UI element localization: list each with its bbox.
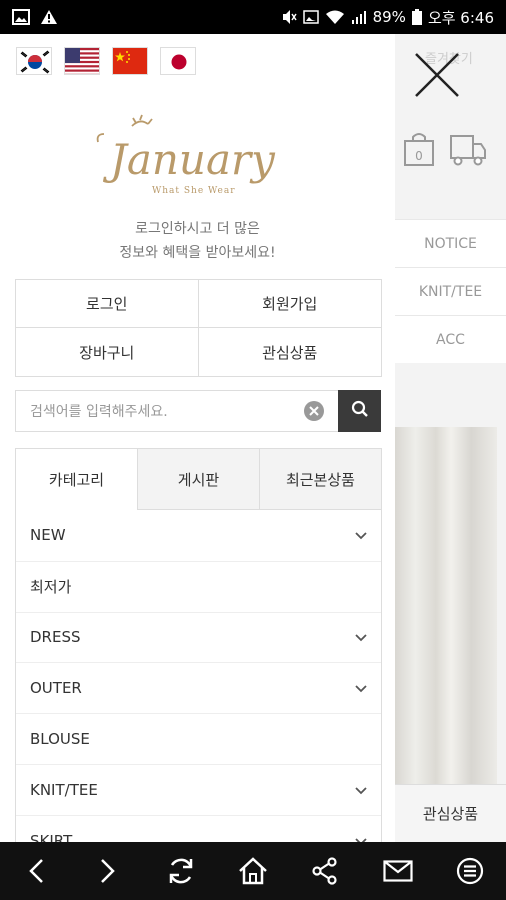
category-item-new[interactable]: NEW [16,510,381,561]
category-list: NEW 최저가 DRESS OUTER BLOUSE KNIT/TEE SKIR… [15,510,382,842]
logo-tagline: What She Wear [152,186,236,196]
truck-icon[interactable] [449,132,487,170]
category-item-knit-tee[interactable]: KNIT/TEE [16,763,381,815]
china-flag-icon[interactable] [112,47,148,75]
login-button[interactable]: 로그인 [16,280,199,328]
svg-text:0: 0 [415,149,423,163]
join-button[interactable]: 회원가입 [198,280,381,328]
back-icon[interactable] [16,851,56,891]
login-prompt: 로그인하시고 더 많은 정보와 혜택을 받아보세요! [119,221,276,261]
wifi-icon [325,9,345,25]
image-icon [302,10,319,24]
warning-icon [40,9,58,25]
logo-wordmark: January [102,135,276,184]
category-item-lowest-price[interactable]: 최저가 [16,560,381,612]
mail-icon[interactable] [378,851,418,891]
battery-percent: 89% [372,8,406,26]
background-page: 즐겨찾기 0 NOTICE KNIT/TEE ACC 관심상품 [395,34,506,842]
close-icon[interactable] [414,52,460,102]
side-drawer: January What She Wear 로그인하시고 더 많은 정보와 혜택… [0,34,395,842]
language-flags [16,47,196,75]
clear-icon[interactable] [304,401,324,421]
bag-icon[interactable]: 0 [403,132,435,170]
chevron-down-icon[interactable] [355,628,367,646]
refresh-icon[interactable] [161,851,201,891]
account-buttons: 로그인 회원가입 장바구니 관심상품 [15,279,382,377]
status-bar: 89% 오후 6:46 [0,0,506,34]
wishlist-button[interactable]: 관심상품 [199,328,382,376]
category-item-skirt[interactable]: SKIRT [16,814,381,842]
gallery-icon [12,9,30,25]
category-item-outer[interactable]: OUTER [16,662,381,713]
share-icon[interactable] [305,851,345,891]
category-item-dress[interactable]: DRESS [16,611,381,663]
forward-icon[interactable] [88,851,128,891]
mute-icon [281,9,297,25]
product-image[interactable] [395,427,497,787]
search-input[interactable]: 검색어를 입력해주세요. [15,390,338,432]
home-icon[interactable] [233,851,273,891]
brand-logo[interactable]: January What She Wear [96,114,296,214]
bg-menu-notice[interactable]: NOTICE [395,219,506,267]
japan-flag-icon[interactable] [160,47,196,75]
tab-recent-products[interactable]: 최근본상품 [259,449,381,510]
browser-bottom-nav [0,842,506,900]
korea-flag-icon[interactable] [16,47,52,75]
cart-button[interactable]: 장바구니 [16,328,199,376]
usa-flag-icon[interactable] [64,47,100,75]
wishlist-floating-button[interactable]: 관심상품 [395,784,506,842]
menu-icon[interactable] [450,851,490,891]
search-button[interactable] [338,390,381,432]
chevron-down-icon[interactable] [355,781,367,799]
category-item-blouse[interactable]: BLOUSE [16,713,381,764]
tab-category[interactable]: 카테고리 [16,449,137,510]
chevron-down-icon[interactable] [355,679,367,697]
signal-icon [351,9,367,25]
chevron-down-icon[interactable] [355,526,367,544]
bg-menu-knit-tee[interactable]: KNIT/TEE [395,267,506,315]
battery-icon [411,9,422,25]
bg-menu-acc[interactable]: ACC [395,315,506,363]
chevron-down-icon[interactable] [355,832,367,842]
background-menu: NOTICE KNIT/TEE ACC [395,219,506,363]
drawer-tabs: 카테고리 게시판 최근본상품 [15,448,382,510]
tab-board[interactable]: 게시판 [137,449,259,510]
search-icon [351,400,369,422]
clock: 오후 6:46 [427,8,494,27]
